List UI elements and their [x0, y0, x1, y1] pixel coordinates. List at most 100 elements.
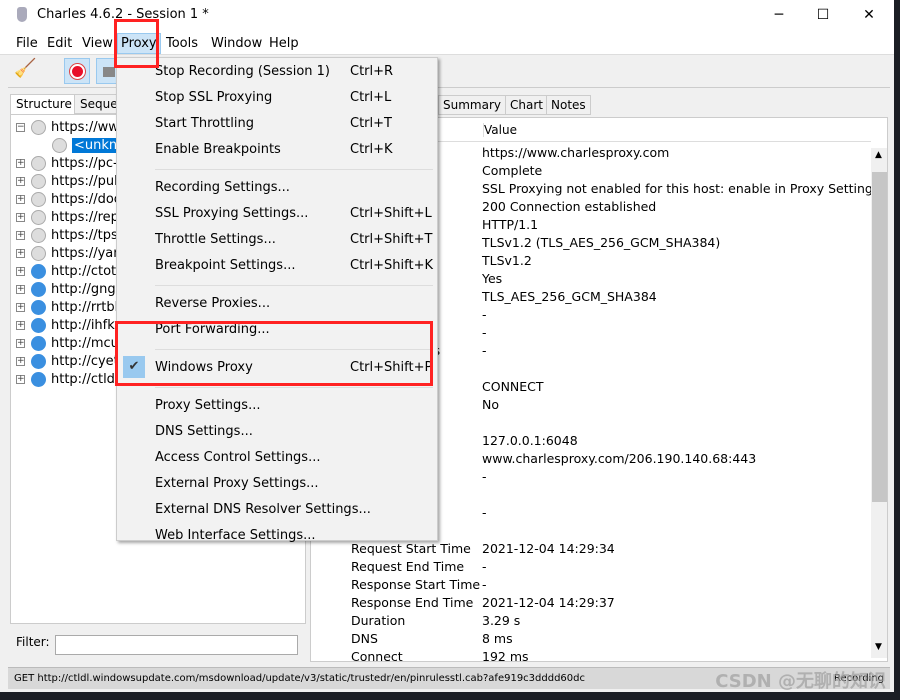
scrollbar-thumb[interactable]	[872, 172, 887, 502]
menu-item-port-forwarding[interactable]: Port Forwarding...	[117, 318, 437, 342]
expand-icon[interactable]: +	[16, 231, 25, 240]
status-url: GET http://ctldl.windowsupdate.com/msdow…	[14, 673, 586, 684]
row-label: Duration	[351, 613, 406, 628]
scroll-down-icon[interactable]: ▼	[875, 642, 882, 652]
row-value: TLSv1.2 (TLS_AES_256_GCM_SHA384)	[482, 235, 721, 250]
expand-icon[interactable]: +	[16, 249, 25, 258]
lock-icon	[31, 192, 46, 207]
row-value: -	[482, 469, 487, 484]
charles-app-icon	[17, 7, 27, 22]
menu-item-stop-recording-session-1[interactable]: Stop Recording (Session 1) Ctrl+R	[117, 60, 437, 84]
menu-item-start-throttling[interactable]: Start Throttling Ctrl+T	[117, 112, 437, 136]
menu-edit[interactable]: Edit	[47, 36, 72, 51]
maximize-button[interactable]: ☐	[800, 4, 846, 26]
menu-item-label: Access Control Settings...	[155, 450, 321, 465]
expand-icon[interactable]: +	[16, 321, 25, 330]
lock-icon	[31, 174, 46, 189]
tree-node-label: https://doc	[51, 192, 121, 207]
menu-item-external-proxy-settings[interactable]: External Proxy Settings...	[117, 472, 437, 496]
row-label: DNS	[351, 631, 378, 646]
minimize-button[interactable]: ─	[756, 4, 802, 26]
menu-item-label: Stop Recording (Session 1)	[155, 64, 330, 79]
tab-structure[interactable]: Structure	[10, 94, 78, 114]
expand-icon[interactable]: +	[16, 159, 25, 168]
tree-node-label: http://mcus	[51, 336, 126, 351]
menu-item-windows-proxy[interactable]: ✔ Windows Proxy Ctrl+Shift+P	[117, 356, 437, 380]
tab-notes[interactable]: Notes	[546, 95, 591, 115]
table-row[interactable]: Connect 192 ms	[311, 649, 871, 662]
broom-clear-icon[interactable]: 🧹	[14, 58, 40, 84]
row-value: TLS_AES_256_GCM_SHA384	[482, 289, 657, 304]
expand-icon[interactable]: +	[16, 303, 25, 312]
expand-icon[interactable]: +	[16, 267, 25, 276]
menu-help[interactable]: Help	[269, 36, 299, 51]
menu-item-shortcut: Ctrl+K	[350, 142, 393, 157]
menu-item-reverse-proxies[interactable]: Reverse Proxies...	[117, 292, 437, 316]
menu-window[interactable]: Window	[211, 36, 262, 51]
scroll-up-icon[interactable]: ▲	[875, 150, 882, 160]
table-row[interactable]: Request End Time -	[311, 559, 871, 577]
menu-item-label: Proxy Settings...	[155, 398, 261, 413]
globe-icon	[31, 318, 46, 333]
lock-icon	[103, 67, 115, 77]
menu-item-recording-settings[interactable]: Recording Settings...	[117, 176, 437, 200]
menu-item-stop-ssl-proxying[interactable]: Stop SSL Proxying Ctrl+L	[117, 86, 437, 110]
tab-summary[interactable]: Summary	[438, 95, 506, 115]
row-value: -	[482, 559, 487, 574]
row-value: -	[482, 307, 487, 322]
row-value: 8 ms	[482, 631, 513, 646]
row-value: 200 Connection established	[482, 199, 657, 214]
menu-item-external-dns-resolver-settings[interactable]: External DNS Resolver Settings...	[117, 498, 437, 522]
value-column-header[interactable]: Value	[483, 123, 517, 137]
menu-item-ssl-proxying-settings[interactable]: SSL Proxying Settings... Ctrl+Shift+L	[117, 202, 437, 226]
menu-file[interactable]: File	[16, 36, 38, 51]
expand-icon[interactable]: +	[16, 195, 25, 204]
menu-item-shortcut: Ctrl+Shift+L	[350, 206, 432, 221]
row-label: Request End Time	[351, 559, 465, 574]
menu-item-label: Windows Proxy	[155, 360, 253, 375]
menu-item-web-interface-settings[interactable]: Web Interface Settings...	[117, 524, 437, 548]
row-value: HTTP/1.1	[482, 217, 539, 232]
filter-input[interactable]	[55, 635, 298, 655]
expand-icon[interactable]: +	[16, 357, 25, 366]
tree-node-label: https://pc-s	[51, 156, 125, 171]
close-button[interactable]: ✕	[846, 4, 892, 26]
row-label: Connect	[351, 649, 403, 662]
menu-item-throttle-settings[interactable]: Throttle Settings... Ctrl+Shift+T	[117, 228, 437, 252]
expand-icon[interactable]: +	[16, 375, 25, 384]
globe-icon	[31, 264, 46, 279]
menu-item-proxy-settings[interactable]: Proxy Settings...	[117, 394, 437, 418]
lock-icon	[31, 210, 46, 225]
globe-icon	[31, 300, 46, 315]
tree-node-label: http://rrtbk	[51, 300, 123, 315]
menu-item-label: Recording Settings...	[155, 180, 290, 195]
menu-proxy[interactable]: Proxy	[117, 33, 161, 54]
row-value: -	[482, 505, 487, 520]
table-row[interactable]: Duration 3.29 s	[311, 613, 871, 631]
menu-item-label: External Proxy Settings...	[155, 476, 319, 491]
expand-icon[interactable]: +	[16, 339, 25, 348]
table-row[interactable]: Response End Time 2021-12-04 14:29:37	[311, 595, 871, 613]
expand-icon[interactable]: +	[16, 177, 25, 186]
menu-item-access-control-settings[interactable]: Access Control Settings...	[117, 446, 437, 470]
menu-item-shortcut: Ctrl+Shift+K	[350, 258, 433, 273]
vertical-scrollbar[interactable]: ▲ ▼	[871, 148, 887, 658]
row-value: 3.29 s	[482, 613, 521, 628]
menu-item-dns-settings[interactable]: DNS Settings...	[117, 420, 437, 444]
expand-icon[interactable]: +	[16, 285, 25, 294]
collapse-icon[interactable]: −	[16, 123, 25, 132]
menu-item-breakpoint-settings[interactable]: Breakpoint Settings... Ctrl+Shift+K	[117, 254, 437, 278]
record-button[interactable]	[64, 58, 90, 84]
menu-item-label: Throttle Settings...	[155, 232, 276, 247]
menu-item-enable-breakpoints[interactable]: Enable Breakpoints Ctrl+K	[117, 138, 437, 162]
menu-view[interactable]: View	[82, 36, 113, 51]
table-row[interactable]: DNS 8 ms	[311, 631, 871, 649]
table-row[interactable]: Response Start Time -	[311, 577, 871, 595]
row-value: Complete	[482, 163, 543, 178]
row-value: 192 ms	[482, 649, 529, 662]
menu-item-shortcut: Ctrl+Shift+T	[350, 232, 433, 247]
expand-icon[interactable]: +	[16, 213, 25, 222]
tab-chart[interactable]: Chart	[505, 95, 548, 115]
menu-tools[interactable]: Tools	[166, 36, 198, 51]
row-value: 2021-12-04 14:29:37	[482, 595, 615, 610]
